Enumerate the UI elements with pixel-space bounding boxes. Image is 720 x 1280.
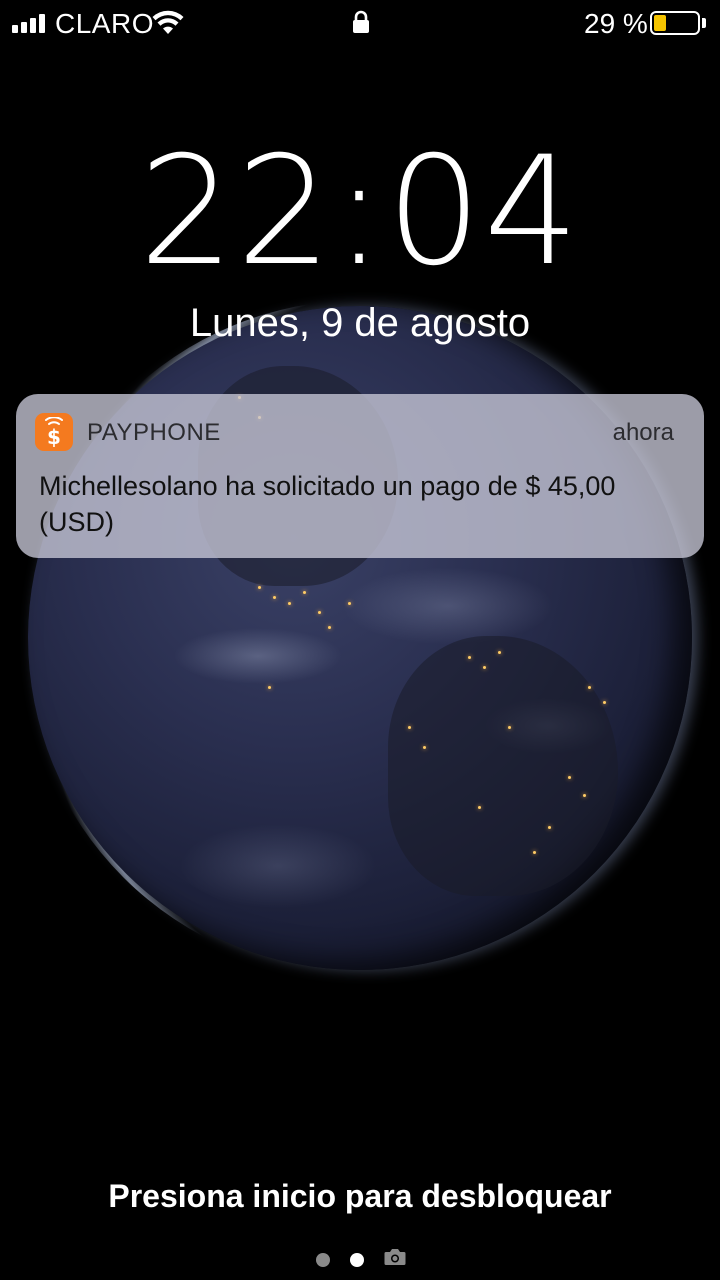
battery-tip bbox=[702, 18, 706, 28]
notification-card[interactable]: $ PAYPHONE ahora Michellesolano ha solic… bbox=[16, 394, 704, 558]
page-dot-active[interactable] bbox=[350, 1252, 364, 1267]
camera-icon[interactable] bbox=[384, 1248, 406, 1271]
battery-percentage: 29 % bbox=[584, 8, 648, 39]
lock-screen-time: 22:04 bbox=[138, 125, 582, 299]
page-dot[interactable] bbox=[316, 1252, 330, 1267]
carrier-name: CLARO bbox=[55, 8, 154, 39]
notification-message: Michellesolano ha solicitado un pago de … bbox=[39, 471, 616, 537]
payphone-dollar-icon: $ bbox=[35, 413, 73, 451]
page-indicator[interactable] bbox=[316, 1248, 406, 1271]
lock-icon bbox=[352, 10, 370, 39]
notification-app-name: PAYPHONE bbox=[87, 419, 221, 446]
battery-level-fill bbox=[654, 15, 666, 31]
signal-icon bbox=[12, 13, 45, 33]
svg-text:$: $ bbox=[47, 425, 61, 447]
unlock-hint: Presiona inicio para desbloquear bbox=[108, 1178, 612, 1214]
battery-icon bbox=[650, 11, 700, 35]
notification-time: ahora bbox=[612, 419, 674, 446]
status-bar: CLARO 29 % bbox=[0, 0, 720, 48]
wifi-icon bbox=[152, 10, 184, 41]
lock-screen: CLARO 29 % 22:04 Lunes, 9 de agosto $ PA… bbox=[0, 0, 720, 1280]
lock-screen-date: Lunes, 9 de agosto bbox=[189, 301, 531, 345]
